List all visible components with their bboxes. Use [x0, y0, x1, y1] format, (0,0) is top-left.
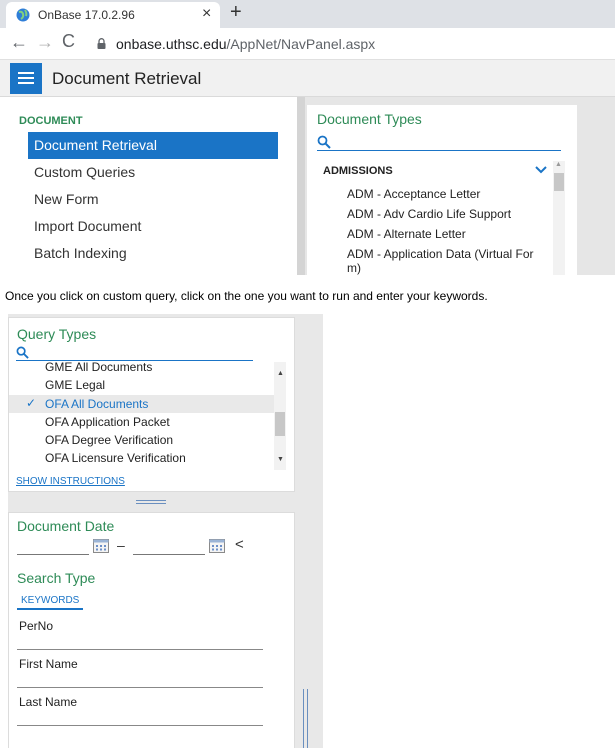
search-icon[interactable]: [317, 135, 331, 149]
doc-type-item-continued[interactable]: m): [347, 261, 547, 275]
browser-tab[interactable]: OnBase 17.0.2.96 ×: [6, 2, 220, 28]
left-nav: DOCUMENT Document Retrieval Custom Queri…: [0, 97, 297, 275]
doc-type-item[interactable]: ADM - Adv Cardio Life Support: [347, 207, 547, 221]
page-title: Document Retrieval: [52, 69, 202, 88]
query-item-label: GME All Documents: [45, 362, 153, 374]
reload-icon[interactable]: C: [62, 31, 75, 52]
instruction-text: Once you click on custom query, click on…: [5, 289, 488, 303]
field-label-perno: PerNo: [19, 619, 54, 633]
group-header-admissions[interactable]: ADMISSIONS: [323, 165, 393, 177]
query-search-input[interactable]: [16, 360, 253, 361]
scroll-up-icon[interactable]: ▲: [555, 161, 562, 168]
tab-bar: OnBase 17.0.2.96 × +: [0, 0, 615, 28]
query-types-card: Query Types GME All Documents GME Legal …: [8, 317, 295, 492]
scroll-down-icon[interactable]: ▼: [277, 456, 284, 463]
scroll-thumb[interactable]: [275, 412, 285, 436]
calendar-icon[interactable]: [209, 539, 225, 553]
checkmark-icon: ✓: [26, 396, 37, 410]
custom-query-screenshot: Query Types GME All Documents GME Legal …: [8, 314, 323, 748]
address-bar[interactable]: onbase.uthsc.edu/AppNet/NavPanel.aspx: [116, 36, 375, 52]
tab-keywords[interactable]: KEYWORDS: [17, 595, 84, 610]
query-item-ofa-licensure-verification[interactable]: OFA Licensure Verification: [9, 449, 274, 467]
search-criteria-card: Document Date – < Search Type KEYWORDS P…: [8, 512, 295, 748]
nav-item-batch-indexing[interactable]: Batch Indexing: [28, 240, 278, 267]
query-item-ofa-degree-verification[interactable]: OFA Degree Verification: [9, 431, 274, 449]
nav-item-import-document[interactable]: Import Document: [28, 213, 278, 240]
query-item-ofa-application-packet[interactable]: OFA Application Packet: [9, 413, 274, 431]
search-icon[interactable]: [16, 346, 29, 359]
query-item-label: OFA Application Packet: [45, 415, 170, 429]
query-item-gme-legal[interactable]: GME Legal: [9, 376, 274, 394]
date-from-input[interactable]: [17, 554, 89, 555]
doc-type-item[interactable]: ADM - Application Data (Virtual For: [347, 247, 547, 261]
browser-toolbar: ← → C onbase.uthsc.edu/AppNet/NavPanel.a…: [0, 28, 615, 60]
show-instructions-link[interactable]: SHOW INSTRUCTIONS: [16, 476, 125, 487]
query-item-gme-all-documents[interactable]: GME All Documents: [9, 362, 274, 376]
doc-type-item[interactable]: ADM - Alternate Letter: [347, 227, 547, 241]
field-label-first-name: First Name: [19, 657, 78, 671]
document-type-search-input[interactable]: [317, 150, 561, 151]
query-item-ofa-all-documents[interactable]: ✓ OFA All Documents: [9, 395, 274, 413]
hamburger-icon[interactable]: [10, 63, 42, 94]
chevron-down-icon[interactable]: [535, 165, 547, 175]
nav-section-heading: DOCUMENT: [19, 115, 83, 127]
side-resize-handle[interactable]: [303, 689, 308, 748]
panel-resize-handle[interactable]: [136, 500, 166, 504]
date-to-input[interactable]: [133, 554, 205, 555]
panel-splitter[interactable]: [297, 97, 305, 275]
plus-icon[interactable]: +: [230, 1, 242, 24]
document-types-card: Document Types ADMISSIONS ADM - Acceptan…: [307, 105, 577, 275]
query-item-label: OFA Degree Verification: [45, 433, 174, 447]
back-arrow-icon[interactable]: ←: [10, 32, 28, 53]
browser-window: OnBase 17.0.2.96 × + ← → C onbase.uthsc.…: [0, 0, 615, 275]
calendar-icon[interactable]: [93, 539, 109, 553]
scrollbar[interactable]: ▲: [553, 161, 565, 275]
nav-item-custom-queries[interactable]: Custom Queries: [28, 159, 278, 186]
lock-icon[interactable]: [97, 38, 106, 49]
url-path: /AppNet/NavPanel.aspx: [226, 36, 376, 52]
tab-title: OnBase 17.0.2.96: [38, 8, 135, 22]
field-label-last-name: Last Name: [19, 695, 78, 709]
scroll-thumb[interactable]: [554, 173, 564, 191]
scroll-up-icon[interactable]: ▲: [277, 370, 284, 377]
doc-type-item[interactable]: ADM - Acceptance Letter: [347, 187, 547, 201]
date-range-separator: –: [117, 537, 125, 553]
last-name-input[interactable]: [17, 725, 263, 726]
query-types-title: Query Types: [17, 326, 97, 342]
close-icon[interactable]: ×: [202, 5, 211, 23]
app-header: Document Retrieval: [0, 60, 615, 97]
search-type-title: Search Type: [17, 570, 96, 586]
forward-arrow-icon[interactable]: →: [36, 32, 54, 53]
nav-item-new-form[interactable]: New Form: [28, 186, 278, 213]
globe-icon: [16, 8, 30, 22]
scrollbar[interactable]: ▲ ▼: [274, 362, 286, 470]
query-item-label: GME Legal: [45, 378, 106, 392]
document-types-title: Document Types: [317, 111, 422, 127]
query-item-label: OFA Licensure Verification: [45, 451, 186, 465]
chevron-left-icon[interactable]: <: [235, 536, 244, 553]
url-host: onbase.uthsc.edu: [116, 36, 227, 52]
perno-input[interactable]: [17, 649, 263, 650]
query-types-list: GME All Documents GME Legal ✓ OFA All Doc…: [9, 362, 274, 470]
query-item-label: OFA All Documents: [45, 397, 149, 411]
document-date-title: Document Date: [17, 518, 115, 534]
nav-item-document-retrieval[interactable]: Document Retrieval: [28, 132, 278, 159]
document-types-panel: Document Types ADMISSIONS ADM - Acceptan…: [305, 97, 615, 275]
first-name-input[interactable]: [17, 687, 263, 688]
